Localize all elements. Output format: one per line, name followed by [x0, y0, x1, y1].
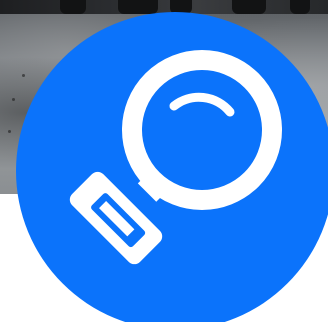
profile-header	[0, 0, 328, 322]
magnifying-glass-icon	[69, 50, 282, 265]
profile-avatar[interactable]	[16, 12, 328, 322]
